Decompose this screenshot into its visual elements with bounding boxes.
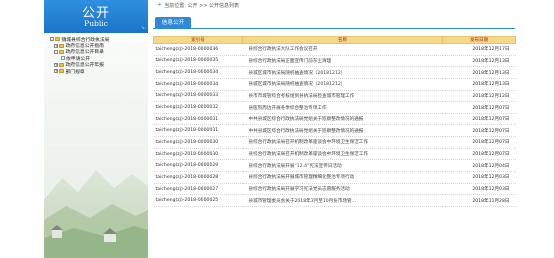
table-row: taicheng(zj)-2018-0000025 县城市管理委员会关于2018年… — [153, 194, 516, 207]
row-publish-date: 2018年11月28日 — [442, 194, 516, 207]
row-publish-date: 2018年12月13日 — [442, 66, 516, 79]
table-row: taicheng(zj)-2018-0000030 县综合行政执法局召开机制改革座… — [153, 136, 516, 149]
sidebar-header: 公开 Public ↘ — [44, 0, 148, 33]
column-header-title: 名称 — [242, 36, 443, 44]
row-title-link[interactable]: 县综合行政执法局召开机制改革座谈会中环境卫生保洁工作 — [242, 136, 443, 149]
row-publish-date: 2018年12月03日 — [442, 183, 516, 196]
row-title-link[interactable]: 县综合行政执法大队工作会议召开 — [242, 43, 443, 56]
table-row: taicheng(zj)-2018-0000029 县综合行政执法局开展“12.4… — [153, 159, 516, 173]
corner-arrow-icon: ↘ — [140, 25, 145, 31]
row-index-number: taicheng(zj)-2018-0000031 — [153, 113, 243, 126]
collapse-icon[interactable]: - — [54, 49, 58, 54]
row-index-number: taicheng(zj)-2018-0000030 — [153, 136, 243, 149]
row-index-number: taicheng(zj)-2018-0000033 — [153, 90, 243, 103]
table-row: taicheng(zj)-2018-0000034 县城区城市执法局随机抽查情况（… — [153, 78, 516, 91]
row-publish-date: 2018年12月04日 — [442, 159, 516, 173]
row-index-number: taicheng(zj)-2018-0000034 — [153, 78, 243, 91]
row-publish-date: 2018年12月07日 — [442, 136, 516, 149]
row-index-number: taicheng(zj)-2018-0000027 — [153, 183, 243, 196]
row-publish-date: 2018年12月03日 — [442, 171, 516, 184]
main-content: 信息公开 索引号 名称 发布日期 taicheng(zj)-2018-00000… — [153, 14, 516, 258]
table-row: taicheng(zj)-2018-0000035 县综合行政执法局正面宣传门前灰… — [153, 55, 516, 68]
row-title-link[interactable]: 县城区城市执法局随机抽查情况（20181212） — [242, 66, 443, 79]
table-row: taicheng(zj)-2018-0000036 县综合行政执法大队工作会议召开… — [153, 43, 516, 56]
expand-icon[interactable]: + — [54, 43, 58, 48]
table-row: taicheng(zj)-2018-0000027 县综合行政执法局开展学习宪法党… — [153, 183, 516, 196]
table-header-row: 索引号 名称 发布日期 — [153, 36, 516, 44]
tree-item[interactable]: + 部门规章 — [50, 68, 146, 75]
folder-icon — [59, 49, 64, 54]
sidebar: 公开 Public ↘ - 镇城县综合行政执法局 + 政府信息公开指南 - 政府信息公开目… — [44, 0, 148, 258]
row-title-link[interactable]: 县综合行政执法局召开机制改革座谈会中环境卫生保洁工作 — [242, 148, 443, 161]
table-row: taicheng(zj)-2018-0000031 中共县城区综合行政执法局党组关… — [153, 113, 516, 126]
folder-icon — [59, 69, 64, 74]
row-index-number: taicheng(zj)-2018-0000028 — [153, 171, 243, 184]
expand-icon[interactable]: + — [54, 69, 58, 74]
row-title-link[interactable]: 县综合行政执法局开展学习宪法党员志愿服务活动 — [242, 183, 443, 196]
folder-icon — [59, 43, 64, 48]
table-row: taicheng(zj)-2018-0000028 县综合行政执法局开展城市管理精… — [153, 171, 516, 184]
row-publish-date: 2018年12月07日 — [442, 148, 516, 161]
table-row: taicheng(zj)-2018-0000033 县市市城管综合考核组到县执法局… — [153, 90, 516, 103]
tab-info-disclosure[interactable]: 信息公开 — [155, 17, 191, 29]
row-index-number: taicheng(zj)-2018-0000032 — [153, 101, 243, 114]
row-publish-date: 2018年12月13日 — [442, 78, 516, 91]
row-title-link[interactable]: 县综合行政执法局开展城市管理精细化整治专项行动 — [242, 171, 443, 184]
tab-bar: 信息公开 — [153, 17, 515, 29]
collapse-icon[interactable]: - — [50, 37, 54, 42]
row-index-number: taicheng(zj)-2018-0000025 — [153, 194, 243, 207]
row-title-link[interactable]: 县综合行政执法局正面宣传门前灰尘清理 — [242, 55, 443, 68]
document-icon — [61, 56, 65, 61]
breadcrumb-text: 当前位置: 公开 >> 公开信息列表 — [164, 2, 240, 9]
row-index-number: taicheng(zj)-2018-0000036 — [153, 43, 243, 56]
row-index-number: taicheng(zj)-2018-0000035 — [153, 55, 243, 68]
row-index-number: taicheng(zj)-2018-0000031 — [153, 124, 243, 138]
info-list-table: 索引号 名称 发布日期 taicheng(zj)-2018-0000036 县综合… — [153, 36, 516, 207]
row-title-link[interactable]: 中共县城区综合行政执法局党组关于巡察整改情况的通报 — [242, 124, 443, 138]
row-title-link[interactable]: 县综合行政执法局开展“12.4”宪法宣传日活动 — [242, 159, 443, 173]
row-title-link[interactable]: 县市市城管综合考核组到县执法局检查城市管理工作 — [242, 90, 443, 103]
row-title-link[interactable]: 县城市管理委员会关于2018年3月至10月份市场管… — [242, 194, 443, 207]
row-publish-date: 2018年12月07日 — [442, 124, 516, 138]
row-index-number: taicheng(zj)-2018-0000034 — [153, 66, 243, 79]
row-publish-date: 2018年12月12日 — [442, 90, 516, 103]
table-row: taicheng(zj)-2018-0000032 县医院周边开展冬季综合整治专项… — [153, 101, 516, 114]
row-publish-date: 2018年12月07日 — [442, 101, 516, 114]
row-publish-date: 2018年12月17日 — [442, 43, 516, 56]
table-row: taicheng(zj)-2018-0000031 中共县城区综合行政执法局党组关… — [153, 124, 516, 138]
column-header-date: 发布日期 — [442, 36, 516, 44]
folder-icon — [55, 37, 60, 42]
row-index-number: taicheng(zj)-2018-0000030 — [153, 148, 243, 161]
expand-icon[interactable]: + — [54, 62, 58, 67]
tree-item-label: 部门规章 — [65, 69, 85, 75]
folder-icon — [59, 62, 64, 67]
row-publish-date: 2018年12月07日 — [442, 113, 516, 126]
table-row: taicheng(zj)-2018-0000034 县城区城市执法局随机抽查情况（… — [153, 66, 516, 79]
table-row: taicheng(zj)-2018-0000030 县综合行政执法局召开机制改革座… — [153, 148, 516, 161]
landscape-illustration — [44, 170, 148, 258]
row-publish-date: 2018年12月13日 — [442, 55, 516, 68]
column-header-index: 索引号 — [153, 36, 243, 44]
location-arrow-icon: ➜ — [157, 2, 162, 8]
breadcrumb: ➜ 当前位置: 公开 >> 公开信息列表 — [157, 0, 239, 10]
row-index-number: taicheng(zj)-2018-0000029 — [153, 159, 243, 173]
directory-tree: - 镇城县综合行政执法局 + 政府信息公开指南 - 政府信息公开目录 依申请公开 + 政府信息公… — [50, 36, 146, 75]
row-title-link[interactable]: 县医院周边开展冬季综合整治专项工作 — [242, 101, 443, 114]
sidebar-subtitle: Public — [84, 19, 108, 28]
row-title-link[interactable]: 中共县城区综合行政执法局党组关于巡察整改情况的通报 — [242, 113, 443, 126]
row-title-link[interactable]: 县城区城市执法局随机抽查情况（20181212） — [242, 78, 443, 91]
